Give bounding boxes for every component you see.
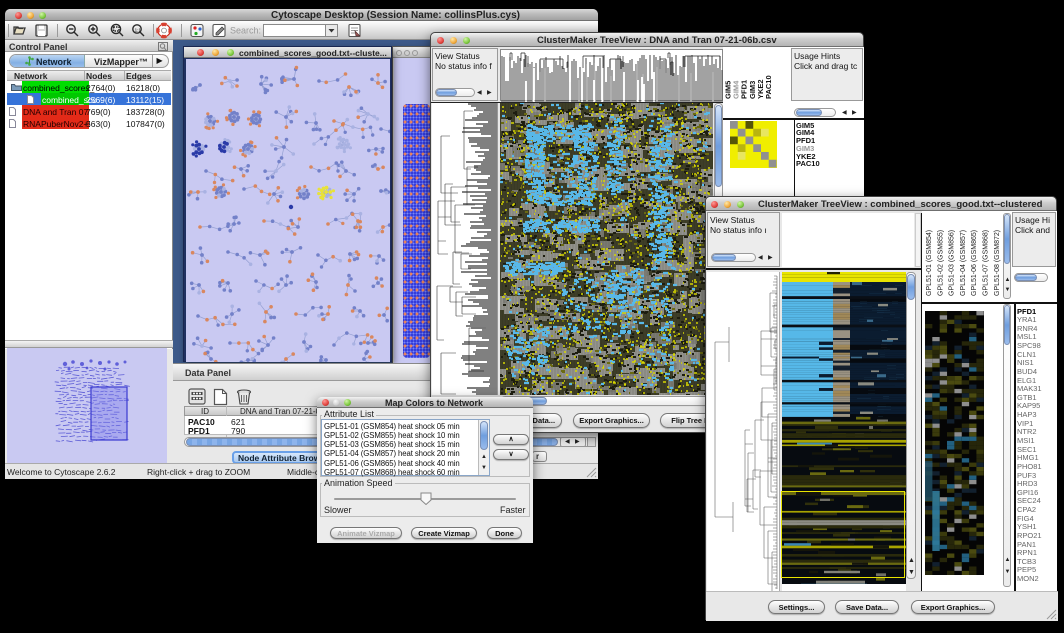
svg-text:GPL51-03 (GSM856): GPL51-03 (GSM856) (949, 230, 956, 296)
svg-text:PAC10: PAC10 (764, 75, 773, 99)
svg-text:GPL51-01 (GSM854): GPL51-01 (GSM854) (926, 230, 933, 296)
svg-text:1:1: 1:1 (135, 27, 142, 32)
svg-text:GPL51-07 (GSM868): GPL51-07 (GSM868) (983, 230, 990, 296)
svg-text:GPL51-02 (GSM855): GPL51-02 (GSM855) (937, 230, 944, 296)
svg-text:GPL51-06 (GSM865): GPL51-06 (GSM865) (971, 230, 978, 296)
svg-text:GPL51-08 (GSM872): GPL51-08 (GSM872) (994, 230, 1001, 296)
svg-text:GPL51-04 (GSM857): GPL51-04 (GSM857) (960, 230, 967, 296)
svg-text:Search:: Search: (230, 26, 261, 36)
